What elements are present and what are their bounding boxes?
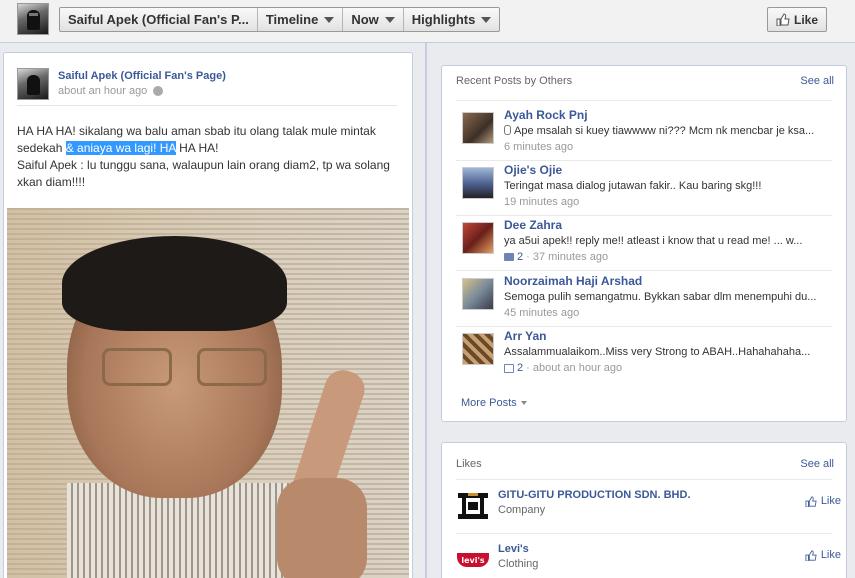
page-like-button[interactable]: Like bbox=[767, 7, 827, 32]
poster-name[interactable]: Ojie's Ojie bbox=[504, 163, 562, 177]
post-text-part2: HA HA! bbox=[175, 141, 219, 155]
highlights-dropdown[interactable]: Highlights bbox=[404, 8, 500, 31]
liked-page-like-button[interactable]: Like bbox=[805, 549, 841, 561]
avatar[interactable] bbox=[462, 333, 494, 365]
card-divider bbox=[456, 215, 832, 216]
avatar[interactable] bbox=[462, 112, 494, 144]
liked-page-name[interactable]: Levi's bbox=[498, 543, 529, 555]
chevron-down-icon bbox=[520, 401, 527, 405]
timeline-dropdown[interactable]: Timeline bbox=[258, 8, 344, 31]
post-text-line2: Saiful Apek : lu tunggu sana, walaupun l… bbox=[17, 158, 390, 189]
gitu-gitu-logo-icon[interactable] bbox=[456, 489, 490, 523]
levis-logo-text: levi's bbox=[457, 553, 489, 567]
like-label: Like bbox=[820, 549, 841, 561]
card-divider bbox=[456, 479, 832, 480]
highlights-label: Highlights bbox=[411, 12, 476, 27]
like-icon bbox=[504, 363, 514, 373]
page-avatar[interactable] bbox=[17, 3, 49, 35]
liked-page-category: Company bbox=[498, 504, 546, 516]
liked-page-category: Clothing bbox=[498, 558, 539, 570]
like-count[interactable]: 2 bbox=[517, 362, 523, 374]
post-snippet[interactable]: ya a5ui apek!! reply me!! atleast i know… bbox=[504, 235, 844, 247]
now-dropdown[interactable]: Now bbox=[343, 8, 404, 31]
avatar[interactable] bbox=[462, 278, 494, 310]
poster-name[interactable]: Dee Zahra bbox=[504, 218, 562, 232]
post-text-selected: & aniaya wa lagi! HA bbox=[65, 141, 176, 155]
post-timestamp[interactable]: about an hour ago bbox=[58, 85, 164, 97]
poster-name[interactable]: Ayah Rock Pnj bbox=[504, 108, 588, 122]
likes-see-all[interactable]: See all bbox=[800, 458, 834, 470]
page-nav: Saiful Apek (Official Fan's P... Timelin… bbox=[59, 7, 501, 32]
liked-page-item: levi's Levi's Clothing Like bbox=[456, 543, 841, 578]
post-time[interactable]: · 37 minutes ago bbox=[526, 251, 608, 263]
card-divider bbox=[456, 270, 832, 271]
levis-logo-icon[interactable]: levi's bbox=[456, 543, 490, 577]
chevron-down-icon bbox=[481, 16, 492, 23]
recent-posts-see-all[interactable]: See all bbox=[800, 75, 834, 87]
post-time[interactable]: 19 minutes ago bbox=[504, 196, 579, 208]
post-meta: 6 minutes ago bbox=[504, 141, 573, 153]
post-author-link[interactable]: Saiful Apek (Official Fan's Page) bbox=[58, 70, 226, 82]
liked-page-item: GITU-GITU PRODUCTION SDN. BHD. Company L… bbox=[456, 489, 841, 531]
avatar[interactable] bbox=[462, 167, 494, 199]
post-time[interactable]: 45 minutes ago bbox=[504, 307, 579, 319]
comment-count[interactable]: 2 bbox=[517, 251, 523, 263]
list-item: Arr Yan Assalammualaikom..Miss very Stro… bbox=[462, 329, 842, 381]
card-divider bbox=[456, 100, 832, 101]
timeline-label: Timeline bbox=[265, 12, 319, 27]
page-header-bar: Saiful Apek (Official Fan's P... Timelin… bbox=[0, 0, 855, 43]
more-posts-link[interactable]: More Posts bbox=[461, 397, 527, 409]
likes-title: Likes bbox=[456, 458, 482, 470]
thumbs-up-icon bbox=[805, 549, 817, 561]
poster-name[interactable]: Arr Yan bbox=[504, 329, 546, 343]
poster-name[interactable]: Noorzaimah Haji Arshad bbox=[504, 274, 642, 288]
list-item: Noorzaimah Haji Arshad Semoga pulih sema… bbox=[462, 274, 842, 326]
post-message: HA HA HA! sikalang wa balu aman sbab itu… bbox=[17, 123, 402, 191]
author-avatar[interactable] bbox=[17, 68, 49, 100]
list-item: Dee Zahra ya a5ui apek!! reply me!! atle… bbox=[462, 218, 842, 270]
post-time[interactable]: 6 minutes ago bbox=[504, 141, 573, 153]
list-item: Ojie's Ojie Teringat masa dialog jutawan… bbox=[462, 163, 842, 215]
post-snippet[interactable]: Teringat masa dialog jutawan fakir.. Kau… bbox=[504, 180, 844, 192]
recent-posts-title: Recent Posts by Others bbox=[456, 75, 573, 87]
list-item: Ayah Rock Pnj Ape msalah si kuey tiawwww… bbox=[462, 108, 842, 160]
liked-page-name[interactable]: GITU-GITU PRODUCTION SDN. BHD. bbox=[498, 489, 691, 501]
recent-posts-card: Recent Posts by Others See all Ayah Rock… bbox=[441, 65, 847, 422]
card-divider bbox=[456, 326, 832, 327]
now-label: Now bbox=[351, 12, 379, 27]
post-time-label: about an hour ago bbox=[58, 85, 148, 97]
likes-card: Likes See all GITU-GITU PRODUCTION SDN. … bbox=[441, 442, 847, 578]
post-meta: 19 minutes ago bbox=[504, 196, 579, 208]
card-divider bbox=[456, 160, 832, 161]
post-divider bbox=[17, 105, 397, 106]
attachment-icon bbox=[504, 125, 511, 135]
post-meta: 2 · 37 minutes ago bbox=[504, 251, 608, 263]
post-snippet[interactable]: Ape msalah si kuey tiawwww ni??? Mcm nk … bbox=[504, 125, 844, 137]
post-snippet-text: Ape msalah si kuey tiawwww ni??? Mcm nk … bbox=[514, 125, 815, 137]
thumbs-up-icon bbox=[805, 495, 817, 507]
globe-icon bbox=[153, 86, 164, 96]
post-meta: 45 minutes ago bbox=[504, 307, 579, 319]
page-like-label: Like bbox=[793, 12, 818, 27]
timeline-spine bbox=[425, 43, 427, 578]
page-name-button[interactable]: Saiful Apek (Official Fan's P... bbox=[60, 8, 258, 31]
chevron-down-icon bbox=[384, 16, 395, 23]
card-divider bbox=[456, 533, 832, 534]
thumbs-up-icon bbox=[776, 13, 790, 26]
like-label: Like bbox=[820, 495, 841, 507]
liked-page-like-button[interactable]: Like bbox=[805, 495, 841, 507]
chevron-down-icon bbox=[324, 16, 335, 23]
post-photo[interactable] bbox=[7, 208, 409, 578]
comment-icon bbox=[504, 253, 514, 261]
timeline-post: Saiful Apek (Official Fan's Page) about … bbox=[3, 52, 413, 578]
post-meta: 2 · about an hour ago bbox=[504, 362, 622, 374]
avatar[interactable] bbox=[462, 222, 494, 254]
more-posts-label: More Posts bbox=[461, 397, 517, 409]
post-snippet[interactable]: Semoga pulih semangatmu. Bykkan sabar dl… bbox=[504, 291, 844, 303]
post-snippet[interactable]: Assalammualaikom..Miss very Strong to AB… bbox=[504, 346, 844, 358]
post-time[interactable]: · about an hour ago bbox=[526, 362, 622, 374]
